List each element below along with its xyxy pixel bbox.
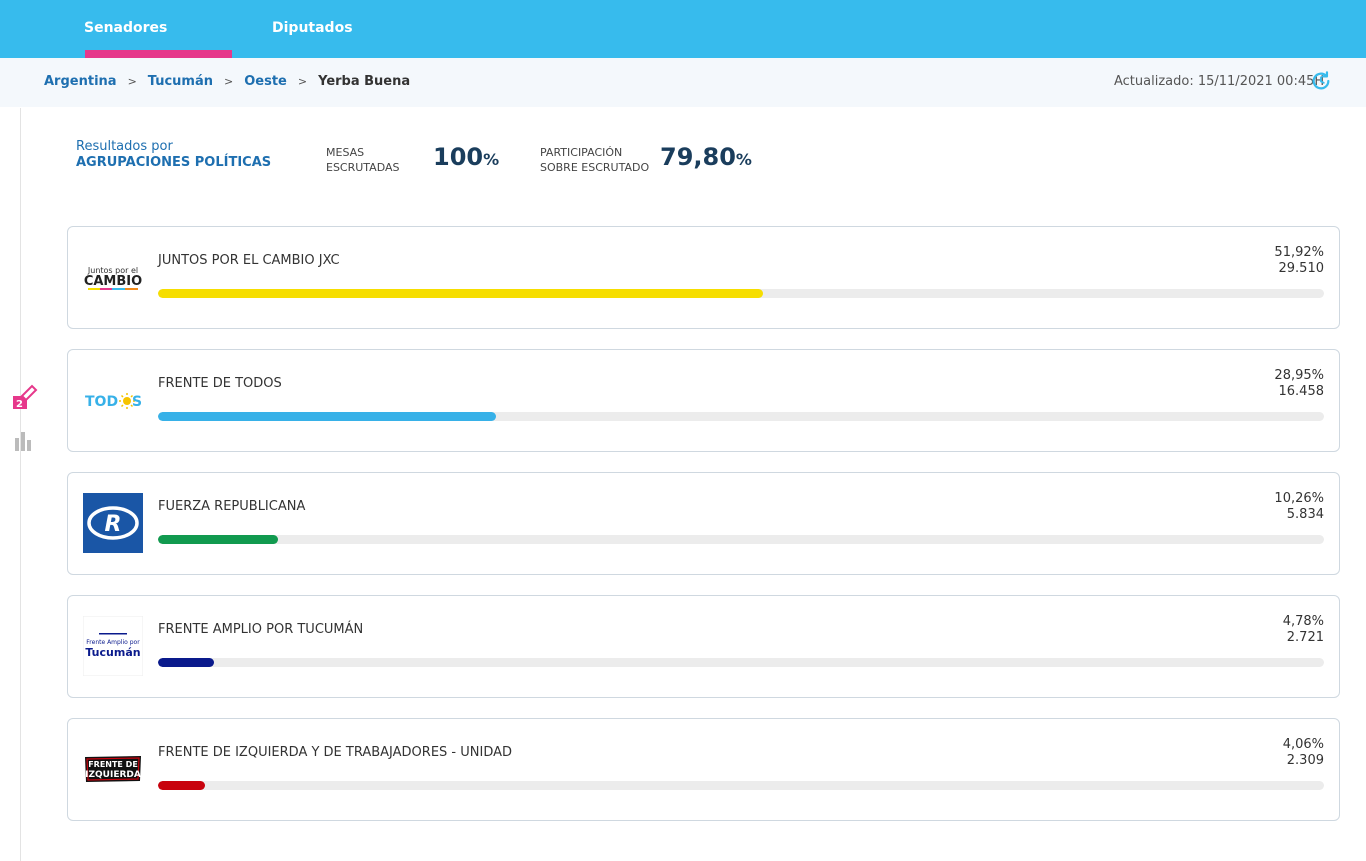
party-card-fuerza-republicana[interactable]: R FUERZA REPUBLICANA 10,26% 5.834 (67, 472, 1340, 575)
party-votes: 2.309 (1286, 753, 1324, 768)
juntos-por-el-cambio-logo: Juntos por el CAMBIO (83, 247, 143, 307)
party-name: FRENTE AMPLIO POR TUCUMÁN (158, 622, 364, 637)
participacion-label-line1: PARTICIPACIÓN (540, 146, 623, 159)
mesas-value-number: 100 (433, 143, 484, 171)
tab-diputados-nacionales[interactable]: Diputados Nacionales (272, 0, 432, 92)
svg-text:TOD: TOD (85, 394, 118, 410)
svg-text:FRENTE DE: FRENTE DE (88, 760, 138, 769)
mesas-escrutadas-label: MESAS ESCRUTADAS (326, 145, 399, 175)
party-percent: 4,06% (1282, 737, 1324, 752)
svg-text:S: S (132, 394, 142, 410)
vote-share-track (158, 658, 1324, 667)
participacion-value: 79,80% (660, 143, 752, 171)
party-percent: 10,26% (1274, 491, 1324, 506)
participacion-label-line2: SOBRE ESCRUTADO (540, 161, 650, 174)
vote-share-bar (158, 535, 278, 544)
breadcrumb-separator: > (127, 75, 137, 88)
mesas-escrutadas-value: 100% (433, 143, 499, 171)
vote-share-track (158, 535, 1324, 544)
mesas-value-percent: % (483, 150, 500, 169)
breadcrumb-separator: > (224, 75, 234, 88)
party-card-frente-amplio-por-tucuman[interactable]: Frente Amplio por Tucumán FRENTE AMPLIO … (67, 595, 1340, 698)
frente-de-izquierda-logo: FRENTE DE IZQUIERDA (83, 739, 143, 799)
participacion-label: PARTICIPACIÓN SOBRE ESCRUTADO (540, 145, 649, 175)
svg-text:2: 2 (16, 399, 23, 410)
party-percent: 28,95% (1274, 368, 1324, 383)
svg-text:Frente Amplio por: Frente Amplio por (86, 639, 140, 646)
frente-amplio-por-tucuman-logo: Frente Amplio por Tucumán (83, 616, 143, 676)
party-card-juntos-por-el-cambio[interactable]: Juntos por el CAMBIO JUNTOS POR EL CAMBI… (67, 226, 1340, 329)
svg-text:R: R (105, 512, 122, 537)
party-percent: 51,92% (1274, 245, 1324, 260)
vote-share-track (158, 781, 1324, 790)
frente-de-todos-logo: TOD S (83, 370, 143, 430)
vote-share-bar (158, 781, 206, 790)
party-card-frente-de-todos[interactable]: TOD S FRENTE DE TODOS 28,95% 16.458 (67, 349, 1340, 452)
vote-share-bar (158, 658, 214, 667)
party-card-frente-de-izquierda[interactable]: FRENTE DE IZQUIERDA FRENTE DE IZQUIERDA … (67, 718, 1340, 821)
active-tab-indicator (85, 50, 232, 58)
breadcrumb-oeste[interactable]: Oeste (244, 74, 287, 89)
breadcrumb-tucuman[interactable]: Tucumán (148, 74, 213, 89)
vote-share-track (158, 289, 1324, 298)
breadcrumb-separator: > (297, 75, 308, 88)
tab-senadores-nacionales[interactable]: Senadores Nacionales (84, 0, 232, 92)
results-by-label: Resultados por (76, 139, 173, 154)
svg-text:CAMBIO: CAMBIO (84, 274, 142, 289)
vote-share-track (158, 412, 1324, 421)
results-by-header: Resultados por AGRUPACIONES POLÍTICAS (76, 139, 271, 170)
breadcrumb: Argentina > Tucumán > Oeste > Yerba Buen… (44, 74, 410, 89)
party-name: FUERZA REPUBLICANA (158, 499, 306, 514)
party-votes: 5.834 (1286, 507, 1324, 522)
results-by-type[interactable]: AGRUPACIONES POLÍTICAS (76, 155, 271, 170)
svg-text:IZQUIERDA: IZQUIERDA (85, 770, 141, 780)
breadcrumb-argentina[interactable]: Argentina (44, 74, 117, 89)
party-votes: 16.458 (1278, 384, 1325, 399)
mesas-label-line2: ESCRUTADAS (326, 161, 400, 174)
fuerza-republicana-logo: R (83, 493, 143, 553)
party-name: FRENTE DE IZQUIERDA Y DE TRABAJADORES - … (158, 745, 513, 760)
participacion-value-percent: % (735, 150, 752, 169)
refresh-icon[interactable] (1310, 70, 1332, 92)
vote-share-bar (158, 412, 496, 421)
last-updated-text: Actualizado: 15/11/2021 00:45H (1114, 74, 1325, 89)
svg-text:Tucumán: Tucumán (85, 646, 140, 659)
party-percent: 4,78% (1282, 614, 1324, 629)
side-rail-line (20, 108, 21, 861)
vote-share-bar (158, 289, 764, 298)
breadcrumb-bar: Argentina > Tucumán > Oeste > Yerba Buen… (0, 58, 1366, 107)
mesas-label-line1: MESAS (326, 146, 365, 159)
party-votes: 2.721 (1286, 630, 1324, 645)
bar-chart-icon[interactable] (13, 430, 35, 452)
breadcrumb-yerba-buena: Yerba Buena (318, 74, 411, 89)
participacion-value-number: 79,80 (660, 143, 736, 171)
party-name: JUNTOS POR EL CAMBIO JXC (158, 253, 340, 268)
party-votes: 29.510 (1278, 261, 1325, 276)
top-navigation-bar: Senadores Nacionales Diputados Nacionale… (0, 0, 1366, 92)
party-name: FRENTE DE TODOS (158, 376, 282, 391)
ballot-box-icon[interactable]: 2 (10, 384, 38, 412)
